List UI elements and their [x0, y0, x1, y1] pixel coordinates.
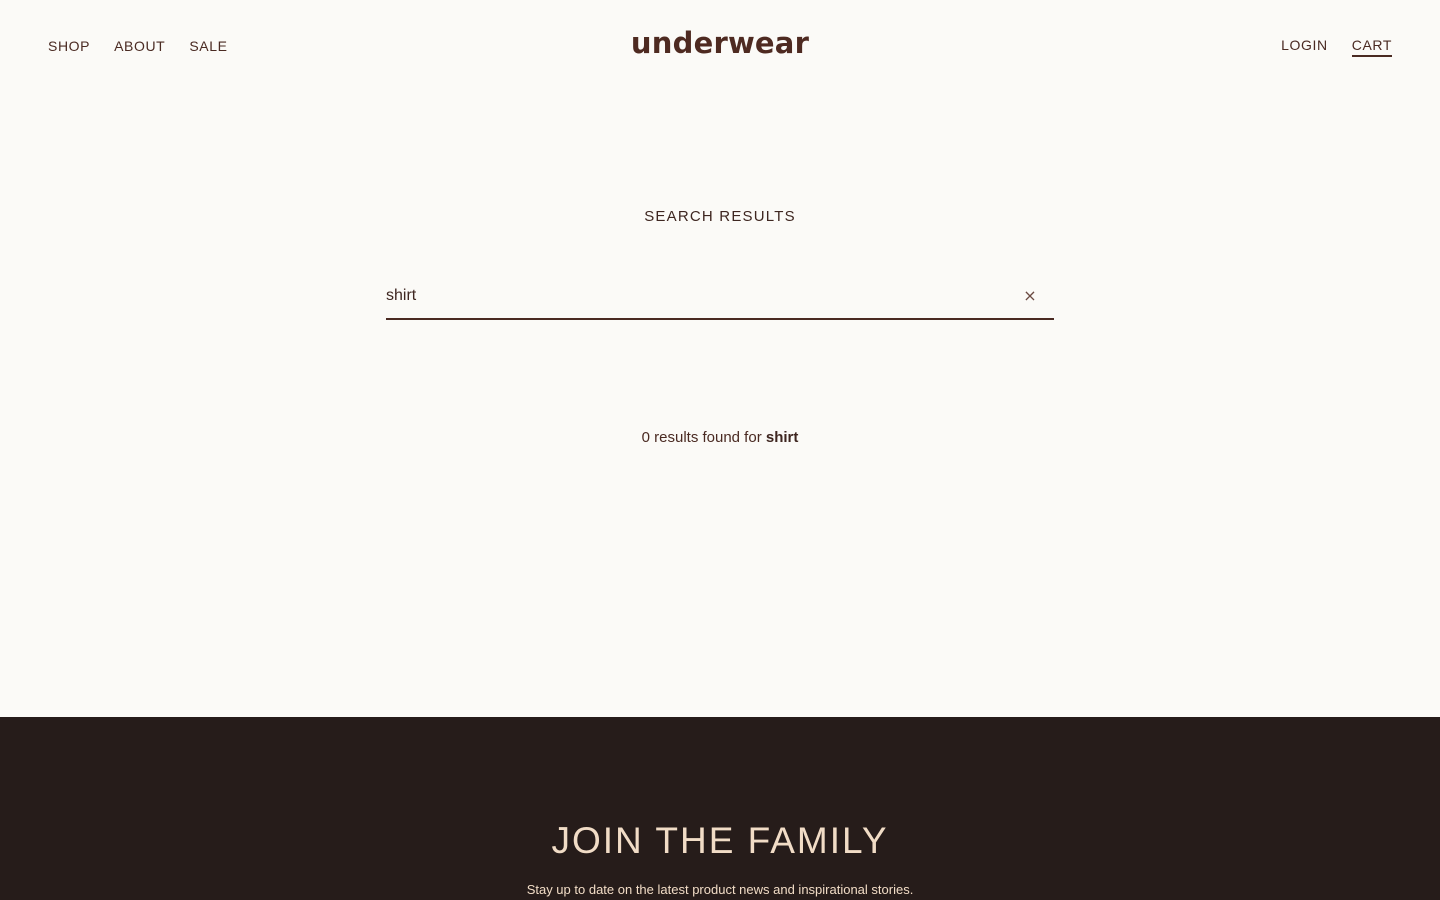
login-link[interactable]: LOGIN — [1281, 37, 1328, 57]
account-nav: LOGIN CART — [1281, 37, 1392, 57]
site-logo[interactable]: underwear — [0, 26, 1440, 60]
page-title: SEARCH RESULTS — [644, 208, 796, 225]
results-query: shirt — [765, 429, 799, 446]
newsletter-heading: JOIN THE FAMILY — [551, 820, 889, 861]
results-count-text: 0 results found for — [641, 429, 766, 446]
results-summary: 0 results found for shirt — [0, 429, 1440, 446]
close-icon[interactable]: × — [1022, 286, 1038, 306]
search-input[interactable] — [386, 278, 1006, 314]
newsletter-subtitle: Stay up to date on the latest product ne… — [526, 882, 914, 897]
site-footer: JOIN THE FAMILY Stay up to date on the l… — [0, 717, 1440, 900]
site-header: SHOP ABOUT SALE underwear LOGIN CART — [0, 0, 1440, 90]
search-field: × — [386, 278, 1054, 320]
cart-link[interactable]: CART — [1351, 37, 1392, 57]
